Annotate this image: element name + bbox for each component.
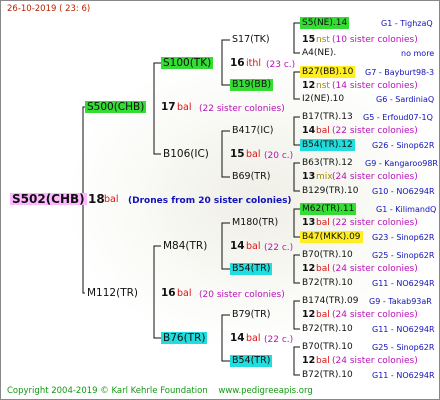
gen3-sister-note: (24 sister colonies) bbox=[332, 172, 418, 182]
gen2-sister-note: (23 c.) bbox=[266, 60, 296, 70]
gen3-year: 12 bbox=[302, 80, 316, 91]
gen3-year: 14 bbox=[302, 125, 316, 136]
gen3-race: mix bbox=[316, 172, 333, 182]
gen3-sister-note: (24 sister colonies) bbox=[332, 310, 418, 320]
gen4-queen-id[interactable]: B54(TR).12 bbox=[300, 139, 355, 151]
gen3-year: 12 bbox=[302, 263, 316, 274]
gen4-origin: G26 - Sinop62R bbox=[372, 141, 435, 150]
copyright-text: Copyright 2004-2019 © Karl Kehrle Founda… bbox=[7, 386, 208, 396]
gen4-origin: G11 - NO6294R bbox=[372, 325, 435, 334]
gen4-queen-id[interactable]: B72(TR).10 bbox=[302, 277, 353, 289]
gen2-sister-note: (20 c.) bbox=[264, 151, 294, 161]
gen2-sister-note: (22 c.) bbox=[264, 243, 294, 253]
gen4-queen-id[interactable]: B174(TR).09 bbox=[302, 295, 358, 307]
gen4-queen-id[interactable]: B27(BB).10 bbox=[300, 66, 356, 78]
gen3-year: 12 bbox=[302, 309, 316, 320]
root-queen-id[interactable]: S502(CHB) bbox=[10, 193, 87, 205]
gen3-race: bal bbox=[316, 356, 330, 366]
gen4-queen-id[interactable]: B70(TR).10 bbox=[302, 341, 353, 353]
gen3-race: bal bbox=[316, 264, 330, 274]
gen2-sister-note: (22 c.) bbox=[264, 335, 294, 345]
gen3-sister-note: (24 sister colonies) bbox=[332, 356, 418, 366]
gen2-race: ithl bbox=[246, 58, 262, 69]
gen3-queen-id[interactable]: S17(TK) bbox=[232, 34, 270, 46]
gen4-queen-id[interactable]: B72(TR).10 bbox=[302, 369, 353, 381]
gen1-queen-id[interactable]: M112(TR) bbox=[87, 287, 138, 299]
gen4-origin: G1 - KilimandQ bbox=[376, 205, 437, 214]
gen3-queen-id[interactable]: B417(IC) bbox=[232, 125, 274, 137]
gen3-race: bal bbox=[316, 126, 330, 136]
gen4-origin: G6 - SardiniaQ bbox=[376, 95, 435, 104]
pedigree-chart: 26-10-2019 ( 23: 6) S502(CHB) 18 bal (Dr… bbox=[0, 0, 440, 400]
gen3-year: 13 bbox=[302, 217, 316, 228]
gen2-queen-id[interactable]: S100(TK) bbox=[161, 57, 214, 69]
gen1-sister-note: (20 sister colonies) bbox=[199, 290, 285, 300]
gen3-race: bal bbox=[316, 310, 330, 320]
gen4-queen-id[interactable]: B72(TR).10 bbox=[302, 323, 353, 335]
gen3-sister-note: (24 sister colonies) bbox=[332, 264, 418, 274]
gen4-origin: G11 - NO6294R bbox=[372, 371, 435, 380]
gen4-origin: G11 - NO6294R bbox=[372, 279, 435, 288]
gen3-queen-id[interactable]: B19(BB) bbox=[230, 79, 274, 91]
gen3-queen-id[interactable]: B79(TR) bbox=[232, 309, 270, 321]
gen2-queen-id[interactable]: B106(IC) bbox=[163, 148, 209, 160]
gen3-race: nst bbox=[316, 81, 330, 91]
gen1-year: 16 bbox=[161, 287, 176, 299]
gen4-origin: G23 - Sinop62R bbox=[372, 233, 435, 242]
gen2-year: 14 bbox=[230, 332, 245, 344]
gen4-origin: G9 - Kangaroo98R bbox=[365, 159, 438, 168]
gen4-origin: G7 - Bayburt98-3 bbox=[365, 68, 435, 77]
gen4-queen-id[interactable]: B129(TR).10 bbox=[302, 185, 358, 197]
gen4-origin: G1 - TighzaQ bbox=[381, 19, 433, 28]
gen4-queen-id[interactable]: S5(NE).14 bbox=[300, 17, 350, 29]
gen2-race: bal bbox=[246, 333, 261, 344]
gen2-queen-id[interactable]: B76(TR) bbox=[161, 332, 208, 344]
footer: Copyright 2004-2019 © Karl Kehrle Founda… bbox=[7, 386, 313, 396]
gen4-queen-id[interactable]: B17(TR).13 bbox=[302, 111, 353, 123]
gen2-year: 16 bbox=[230, 57, 245, 69]
gen3-race: nst bbox=[316, 35, 330, 45]
gen1-race: bal bbox=[177, 102, 192, 113]
date-header: 26-10-2019 ( 23: 6) bbox=[7, 4, 91, 14]
root-drones-note: (Drones from 20 sister colonies) bbox=[128, 196, 292, 206]
gen3-year: 12 bbox=[302, 355, 316, 366]
gen4-origin: G9 - Takab93aR bbox=[369, 297, 432, 306]
gen2-queen-id[interactable]: M84(TR) bbox=[163, 240, 207, 252]
gen3-queen-id[interactable]: B69(TR) bbox=[232, 171, 270, 183]
gen2-year: 15 bbox=[230, 148, 245, 160]
root-race: bal bbox=[104, 194, 119, 205]
gen4-queen-id[interactable]: B47(MKK).09 bbox=[300, 231, 363, 243]
gen3-sister-note: (14 sister colonies) bbox=[332, 81, 418, 91]
gen3-sister-note: (10 sister colonies) bbox=[332, 35, 418, 45]
gen2-year: 14 bbox=[230, 240, 245, 252]
site-link[interactable]: www.pedigreeapis.org bbox=[218, 386, 312, 396]
gen4-origin: G25 - Sinop62R bbox=[372, 343, 435, 352]
gen2-race: bal bbox=[246, 241, 261, 252]
gen1-race: bal bbox=[177, 288, 192, 299]
gen4-origin: G5 - Erfoud07-1Q bbox=[363, 113, 433, 122]
gen3-year: 15 bbox=[302, 34, 316, 45]
gen1-sister-note: (22 sister colonies) bbox=[199, 104, 285, 114]
gen3-queen-id[interactable]: B54(TR) bbox=[230, 355, 273, 367]
gen4-origin: G10 - NO6294R bbox=[372, 187, 435, 196]
gen4-origin: G25 - Sinop62R bbox=[372, 251, 435, 260]
gen4-queen-id[interactable]: B63(TR).12 bbox=[302, 157, 353, 169]
gen3-queen-id[interactable]: B54(TR) bbox=[230, 263, 273, 275]
gen4-queen-id[interactable]: M62(TR).11 bbox=[300, 203, 357, 215]
gen3-sister-note: (22 sister colonies) bbox=[332, 218, 418, 228]
gen2-race: bal bbox=[246, 149, 261, 160]
gen3-race: bal bbox=[316, 218, 330, 228]
gen4-queen-id[interactable]: B70(TR).10 bbox=[302, 249, 353, 261]
gen1-queen-id[interactable]: S500(CHB) bbox=[85, 101, 147, 113]
gen3-year: 13 bbox=[302, 171, 316, 182]
gen1-year: 17 bbox=[161, 101, 176, 113]
gen4-origin: no more bbox=[401, 49, 435, 58]
root-year: 18 bbox=[88, 192, 105, 206]
gen3-queen-id[interactable]: M180(TR) bbox=[232, 217, 278, 229]
gen4-queen-id[interactable]: I2(NE).10 bbox=[302, 93, 344, 105]
gen4-queen-id[interactable]: A4(NE). bbox=[302, 47, 336, 59]
gen3-sister-note: (22 sister colonies) bbox=[332, 126, 418, 136]
